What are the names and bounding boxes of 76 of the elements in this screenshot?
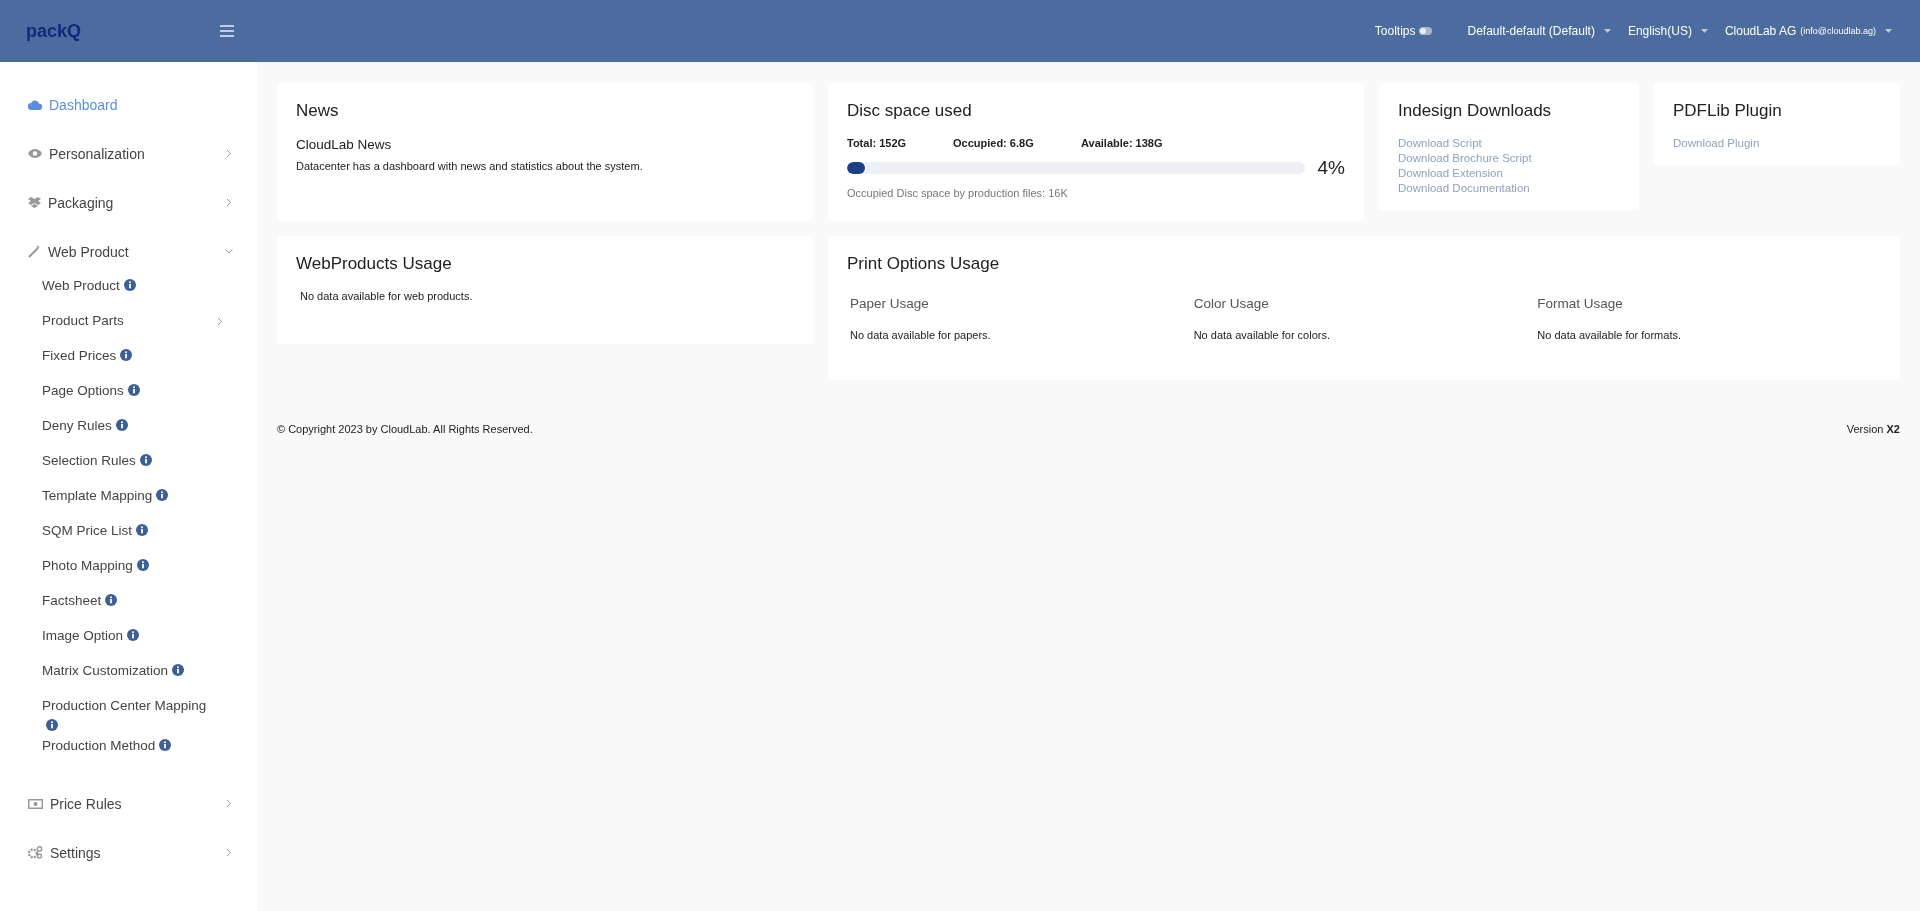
cloud-icon [28,99,42,110]
card-title: WebProducts Usage [296,254,453,274]
empty-text: No data available for colors. [1193,329,1331,341]
news-heading: CloudLab News [296,137,393,152]
empty-text: No data available for papers. [850,329,992,341]
sidebar-subitem[interactable]: SQM Price List [0,521,257,556]
sidebar-subitem[interactable]: Template Mapping [0,486,257,521]
sidebar-subitem[interactable]: Production Method [0,736,257,771]
sidebar-subitem[interactable]: Fixed Prices [0,346,257,381]
version-number: X2 [1886,423,1900,435]
chevron-icon [217,317,223,326]
sidebar-subitem[interactable]: Deny Rules [0,416,257,451]
info-icon [115,419,128,431]
caret-icon [1885,29,1892,33]
card-title: Disc space used [847,101,973,121]
banknote-icon [28,798,43,809]
sidebar-subitem[interactable]: Web Product [0,276,257,311]
sidebar-subitem[interactable]: Matrix Customization [0,661,257,696]
sidebar-subitem[interactable]: Product Parts [0,311,257,346]
disc-note: Occupied Disc space by production files: 16K [847,187,1069,199]
eye-icon [28,149,42,158]
chevron-icon [226,198,232,207]
info-icon [120,349,133,361]
empty-text: No data available for web products. [300,290,474,302]
sidebar-subitem[interactable]: Production Center Mapping [0,696,257,736]
chevron-icon [226,149,232,158]
info-icon [172,664,185,676]
tooltips-label: Tooltips [1374,24,1416,38]
info-icon [127,384,140,396]
copyright-text: © Copyright 2023 by CloudLab. All Rights Reserved. [277,423,533,435]
usage-title: Color Usage [1193,296,1270,311]
sidebar-subitem[interactable]: Page Options [0,381,257,416]
card-title: News [296,101,340,121]
usage-title: Format Usage [1537,296,1624,311]
info-icon [156,489,169,501]
caret-icon [1603,29,1611,33]
sidebar-item[interactable]: Personalization [0,129,257,178]
disc-stat: Total: 152G [847,137,908,149]
card-title: Print Options Usage [847,254,1001,274]
card-title: PDFLib Plugin [1673,101,1783,121]
info-icon [105,594,118,606]
info-icon [136,524,149,536]
tooltips-toggle[interactable] [1419,27,1433,35]
sidebar-item[interactable]: Price Rules [0,779,257,828]
disc-stat: Available: 138G [1081,137,1163,149]
percent-reading: 4% [1317,157,1345,179]
chevron-icon [226,848,232,857]
gears-icon [28,846,43,859]
sidebar-subitem[interactable]: Image Option [0,626,257,661]
empty-text: No data available for formats. [1537,329,1682,341]
sidebar-item[interactable]: Packaging [0,178,257,227]
header-dropdown[interactable]: CloudLab AG (info@cloudlab.ag) [1724,24,1892,38]
info-icon [139,454,152,466]
info-icon [123,279,136,291]
header-dropdown[interactable]: English(US) [1627,24,1708,38]
menu-icon[interactable] [218,23,236,39]
caret-icon [1700,29,1708,33]
card-title: Indesign Downloads [1398,101,1553,121]
sidebar-item[interactable]: Settings [0,828,257,877]
chevron-icon [226,799,232,808]
sidebar-item[interactable]: Web Product [0,227,257,276]
boxes-icon [28,197,41,208]
wand-icon [28,245,41,258]
info-icon [127,629,140,641]
header-dropdown[interactable]: Default-default (Default) [1467,24,1611,38]
info-icon [136,559,149,571]
sidebar-subitem[interactable]: Factsheet [0,591,257,626]
info-icon [46,719,58,731]
info-icon [159,739,172,751]
version-label: Version [1846,423,1884,435]
chevron-icon [224,248,234,255]
sidebar-subitem[interactable]: Photo Mapping [0,556,257,591]
usage-title: Paper Usage [850,296,930,311]
disc-stat: Occupied: 6.8G [953,137,1035,149]
sidebar-subitem[interactable]: Selection Rules [0,451,257,486]
news-text: Datacenter has a dashboard with news and statistics about the system. [296,160,644,172]
